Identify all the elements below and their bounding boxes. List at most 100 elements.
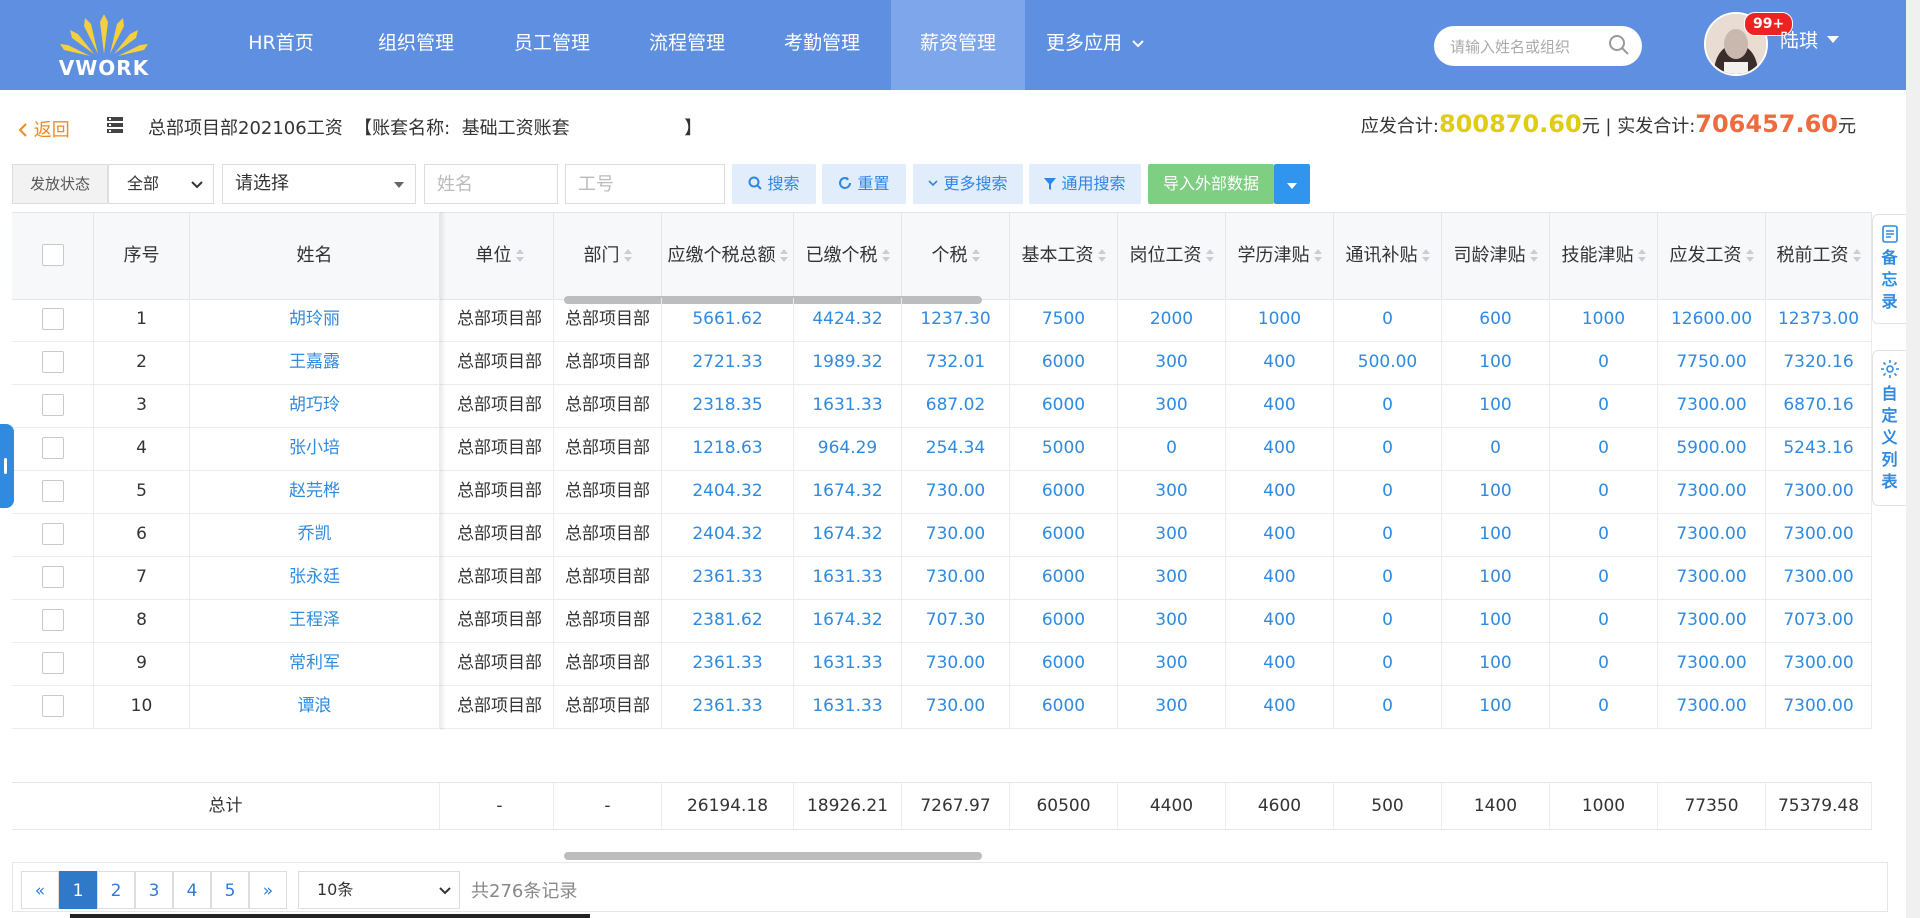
pagination-next[interactable]: » <box>249 871 287 909</box>
employee-id-input[interactable] <box>566 165 724 203</box>
col-header-pretax-pay[interactable]: 税前工资 <box>1766 213 1872 299</box>
cell-name[interactable]: 赵芫桦 <box>190 470 440 513</box>
pagination-page-2[interactable]: 2 <box>97 871 135 909</box>
sort-icon[interactable] <box>1313 249 1322 263</box>
pagination-page-5[interactable]: 5 <box>211 871 249 909</box>
row-checkbox[interactable] <box>42 394 64 416</box>
reset-button[interactable]: 重置 <box>822 164 906 204</box>
user-menu-caret-icon[interactable] <box>1826 30 1840 49</box>
row-checkbox[interactable] <box>42 609 64 631</box>
vwork-logo[interactable]: VWORK <box>54 12 154 80</box>
cell-seniority-allowance: 100 <box>1442 470 1550 513</box>
cell-unit: 总部项目部 <box>446 642 554 685</box>
cell-position-salary: 0 <box>1118 427 1226 470</box>
name-input[interactable] <box>425 165 557 203</box>
cell-name[interactable]: 张永廷 <box>190 556 440 599</box>
col-header-tax-paid[interactable]: 已缴个税 <box>794 213 902 299</box>
nav-attendance[interactable]: 考勤管理 <box>772 0 872 90</box>
cell-name[interactable]: 胡玲丽 <box>190 298 440 341</box>
cell-position-salary: 2000 <box>1118 298 1226 341</box>
memo-widget[interactable]: 备忘录 <box>1872 214 1906 324</box>
sort-icon[interactable] <box>623 249 632 263</box>
cell-name[interactable]: 谭浪 <box>190 685 440 728</box>
cell-tax-due-total: 1218.63 <box>662 427 794 470</box>
cell-name[interactable]: 乔凯 <box>190 513 440 556</box>
import-external-data-button[interactable]: 导入外部数据 <box>1148 164 1274 204</box>
col-header-unit[interactable]: 单位 <box>446 213 554 299</box>
col-header-base-salary[interactable]: 基本工资 <box>1010 213 1118 299</box>
sort-icon[interactable] <box>1745 249 1754 263</box>
sort-icon[interactable] <box>881 249 890 263</box>
page-scrollbar[interactable] <box>1906 0 1920 918</box>
status-select[interactable]: 全部 <box>108 164 214 204</box>
sort-icon[interactable] <box>1637 249 1646 263</box>
col-header-position-salary[interactable]: 岗位工资 <box>1118 213 1226 299</box>
cell-name[interactable]: 王嘉露 <box>190 341 440 384</box>
sort-icon[interactable] <box>1529 249 1538 263</box>
row-checkbox[interactable] <box>42 480 64 502</box>
cell-unit: 总部项目部 <box>446 556 554 599</box>
col-header-tax-due-total[interactable]: 应缴个税总额 <box>662 213 794 299</box>
cell-education-allowance: 400 <box>1226 642 1334 685</box>
cell-name[interactable]: 张小培 <box>190 427 440 470</box>
category-select[interactable]: 请选择 <box>222 164 416 204</box>
col-header-department[interactable]: 部门 <box>554 213 662 299</box>
search-icon[interactable] <box>1608 34 1630 60</box>
row-checkbox[interactable] <box>42 566 64 588</box>
search-button[interactable]: 搜索 <box>732 164 816 204</box>
cell-name[interactable]: 常利军 <box>190 642 440 685</box>
nav-employees[interactable]: 员工管理 <box>502 0 602 90</box>
page-size-select[interactable]: 10条 <box>298 871 460 909</box>
left-panel-toggle[interactable] <box>0 424 14 508</box>
table-row: 8 王程泽 总部项目部 总部项目部 2381.62 1674.32 707.30 6000 30… <box>12 599 1872 643</box>
sort-icon[interactable] <box>1852 249 1861 263</box>
cell-unit: 总部项目部 <box>446 470 554 513</box>
pagination-page-4[interactable]: 4 <box>173 871 211 909</box>
pagination-page-3[interactable]: 3 <box>135 871 173 909</box>
nav-more-apps[interactable]: 更多应用 <box>1040 0 1150 90</box>
sort-icon[interactable] <box>1421 249 1430 263</box>
import-dropdown-button[interactable] <box>1274 164 1310 204</box>
pagination-page-1[interactable]: 1 <box>59 871 97 909</box>
custom-columns-widget[interactable]: 自定义列表 <box>1872 350 1906 506</box>
cell-communication-subsidy: 500.00 <box>1334 341 1442 384</box>
col-header-communication-subsidy[interactable]: 通讯补贴 <box>1334 213 1442 299</box>
row-checkbox[interactable] <box>42 437 64 459</box>
cell-name[interactable]: 王程泽 <box>190 599 440 642</box>
nav-payroll[interactable]: 薪资管理 <box>891 0 1025 90</box>
cell-name[interactable]: 胡巧玲 <box>190 384 440 427</box>
nav-workflow[interactable]: 流程管理 <box>637 0 737 90</box>
sort-icon[interactable] <box>1205 249 1214 263</box>
nav-search-input[interactable] <box>1448 32 1612 62</box>
nav-search-box[interactable] <box>1434 26 1642 66</box>
col-header-skill-allowance[interactable]: 技能津贴 <box>1550 213 1658 299</box>
nav-organization[interactable]: 组织管理 <box>366 0 466 90</box>
horizontal-scrollbar-bottom[interactable] <box>564 852 982 860</box>
user-name[interactable]: 陆琪 <box>1780 26 1818 53</box>
pagination-prev[interactable]: « <box>21 871 59 909</box>
row-checkbox[interactable] <box>42 351 64 373</box>
sort-icon[interactable] <box>971 249 980 263</box>
general-search-button[interactable]: 通用搜索 <box>1029 164 1141 204</box>
more-search-button[interactable]: 更多搜索 <box>913 164 1023 204</box>
sort-icon[interactable] <box>1097 249 1106 263</box>
cell-index: 8 <box>94 599 190 642</box>
nav-hr-home[interactable]: HR首页 <box>238 0 324 90</box>
cell-tax-due-total: 2318.35 <box>662 384 794 427</box>
col-header-income-tax[interactable]: 个税 <box>902 213 1010 299</box>
sort-icon[interactable] <box>515 249 524 263</box>
cell-education-allowance: 400 <box>1226 599 1334 642</box>
cell-gross-pay: 7300.00 <box>1658 470 1766 513</box>
sort-icon[interactable] <box>779 249 788 263</box>
ledger-icon <box>106 116 124 138</box>
col-header-gross-pay[interactable]: 应发工资 <box>1658 213 1766 299</box>
col-header-education-allowance[interactable]: 学历津贴 <box>1226 213 1334 299</box>
col-header-seniority-allowance[interactable]: 司龄津贴 <box>1442 213 1550 299</box>
row-checkbox[interactable] <box>42 523 64 545</box>
back-link[interactable]: 返回 <box>18 116 70 142</box>
row-checkbox[interactable] <box>42 652 64 674</box>
cell-department: 总部项目部 <box>554 685 662 728</box>
select-all-checkbox[interactable] <box>42 244 64 266</box>
row-checkbox[interactable] <box>42 308 64 330</box>
row-checkbox[interactable] <box>42 695 64 717</box>
